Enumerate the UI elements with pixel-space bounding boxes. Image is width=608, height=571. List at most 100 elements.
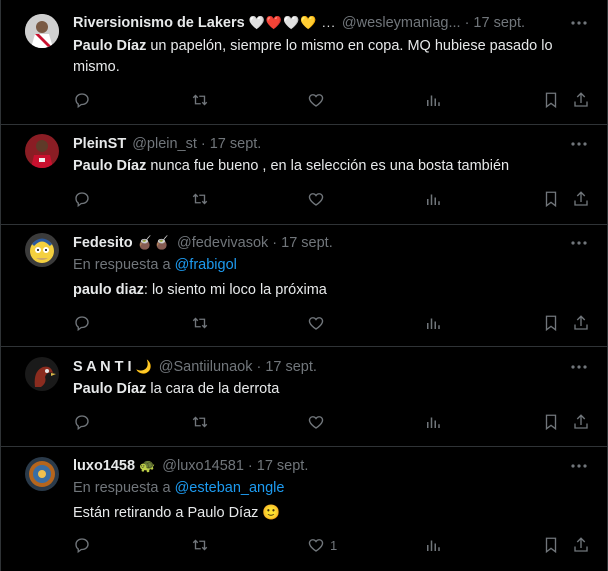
like-button[interactable] (307, 411, 330, 433)
separator-dot: · (200, 136, 206, 152)
bookmark-button[interactable] (542, 312, 560, 334)
more-icon[interactable] (569, 457, 589, 475)
share-button[interactable] (572, 312, 590, 334)
views-icon (427, 540, 440, 551)
separator-dot: · (272, 235, 278, 251)
like-button[interactable] (307, 312, 330, 334)
tweet[interactable]: PleinST @plein_st · 17 sept. Paulo Díaz … (1, 125, 607, 225)
avatar[interactable] (25, 14, 59, 48)
reply-icon (75, 316, 89, 332)
reply-button[interactable] (73, 411, 91, 433)
handle[interactable]: @luxo14581 (162, 458, 244, 474)
reply-mention-link[interactable]: @esteban_angle (175, 480, 285, 496)
retweet-icon (192, 317, 208, 329)
timestamp[interactable]: 17 sept. (210, 136, 262, 152)
more-icon[interactable] (569, 14, 589, 32)
views-icon (427, 318, 440, 329)
more-icon[interactable] (569, 234, 589, 252)
tweet[interactable]: Riversionismo de Lakers 🤍❤️🤍💛 ... @wesle… (1, 0, 607, 125)
display-name[interactable]: luxo1458 (73, 458, 135, 474)
separator-dot: · (256, 359, 262, 375)
separator-dot: · (464, 15, 470, 31)
avatar[interactable] (25, 134, 59, 168)
tweet-body: Están retirando a Paulo Díaz 🙂 (73, 505, 281, 521)
views-button[interactable] (424, 411, 442, 433)
handle[interactable]: @fedevivasok (177, 235, 268, 251)
tweet-text: Paulo Díaz nunca fue bueno , en la selec… (73, 156, 581, 177)
avatar[interactable] (25, 357, 59, 391)
name-emoji: 🤍❤️🤍💛 ... (248, 15, 336, 30)
reply-mention-link[interactable]: @frabigol (175, 257, 237, 273)
tweet[interactable]: luxo1458 🐢 @luxo14581 · 17 sept. En resp… (1, 447, 607, 571)
name-emoji: 🐢 (139, 458, 157, 473)
reply-button[interactable] (73, 188, 91, 210)
tweet[interactable]: S A N T I 🌙 @Santiilunaok · 17 sept. Pau… (1, 347, 607, 447)
name-emoji: 🧉🧉 (136, 235, 171, 250)
reply-prefix: En respuesta a (73, 257, 175, 273)
bookmark-button[interactable] (542, 188, 560, 210)
share-button[interactable] (572, 411, 590, 433)
reply-button[interactable] (73, 534, 91, 556)
retweet-button[interactable] (191, 534, 209, 556)
avatar[interactable] (25, 457, 59, 491)
share-icon (574, 191, 588, 206)
heart-icon (308, 193, 324, 206)
share-button[interactable] (572, 188, 590, 210)
tweet-text: paulo diaz: lo siento mi loco la próxima (73, 280, 581, 301)
timestamp[interactable]: 17 sept. (473, 15, 525, 31)
display-name[interactable]: PleinST (73, 136, 126, 152)
handle[interactable]: @wesleymaniag... (342, 15, 461, 31)
tweet[interactable]: Fedesito 🧉🧉 @fedevivasok · 17 sept. En r… (1, 225, 607, 347)
more-icon[interactable] (569, 135, 589, 153)
timestamp[interactable]: 17 sept. (281, 235, 333, 251)
more-icon[interactable] (569, 358, 589, 376)
share-button[interactable] (572, 89, 590, 111)
mention-text: Paulo Díaz (73, 381, 147, 397)
timestamp[interactable]: 17 sept. (265, 359, 317, 375)
bookmark-button[interactable] (542, 534, 560, 556)
display-name[interactable]: Riversionismo de Lakers (73, 15, 245, 31)
like-button[interactable]: 1 (307, 534, 337, 556)
retweet-button[interactable] (191, 411, 209, 433)
display-name[interactable]: S A N T I (73, 359, 132, 375)
retweet-button[interactable] (191, 188, 209, 210)
retweet-button[interactable] (191, 312, 209, 334)
display-name[interactable]: Fedesito (73, 235, 133, 251)
reply-context: En respuesta a @frabigol (73, 257, 237, 273)
views-button[interactable] (424, 89, 442, 111)
like-button[interactable] (307, 188, 330, 210)
retweet-icon (192, 193, 208, 205)
views-button[interactable] (424, 188, 442, 210)
views-button[interactable] (424, 312, 442, 334)
tweet-text: Paulo Díaz la cara de la derrota (73, 379, 581, 400)
share-icon (574, 414, 588, 429)
tweet-text: Están retirando a Paulo Díaz 🙂 (73, 503, 581, 524)
reply-prefix: En respuesta a (73, 480, 175, 496)
avatar[interactable] (25, 233, 59, 267)
reply-button[interactable] (73, 89, 91, 111)
reply-button[interactable] (73, 312, 91, 334)
reply-icon (75, 538, 89, 554)
views-icon (427, 194, 440, 205)
handle[interactable]: @plein_st (132, 136, 197, 152)
mention-text: paulo diaz (73, 282, 144, 298)
share-icon (574, 537, 588, 552)
handle[interactable]: @Santiilunaok (159, 359, 253, 375)
heart-icon (308, 416, 324, 429)
share-button[interactable] (572, 534, 590, 556)
views-button[interactable] (424, 534, 442, 556)
retweet-icon (192, 94, 208, 106)
share-icon (574, 315, 588, 330)
replies-feed: Riversionismo de Lakers 🤍❤️🤍💛 ... @wesle… (0, 0, 608, 571)
mention-text: Paulo Díaz (73, 158, 147, 174)
tweet-text: Paulo Díaz un papelón, siempre lo mismo … (73, 36, 581, 78)
bookmark-button[interactable] (542, 411, 560, 433)
retweet-button[interactable] (191, 89, 209, 111)
separator-dot: · (247, 458, 253, 474)
like-button[interactable] (307, 89, 330, 111)
timestamp[interactable]: 17 sept. (257, 458, 309, 474)
retweet-icon (192, 539, 208, 551)
bookmark-button[interactable] (542, 89, 560, 111)
share-icon (574, 92, 588, 107)
action-bar (73, 312, 593, 334)
